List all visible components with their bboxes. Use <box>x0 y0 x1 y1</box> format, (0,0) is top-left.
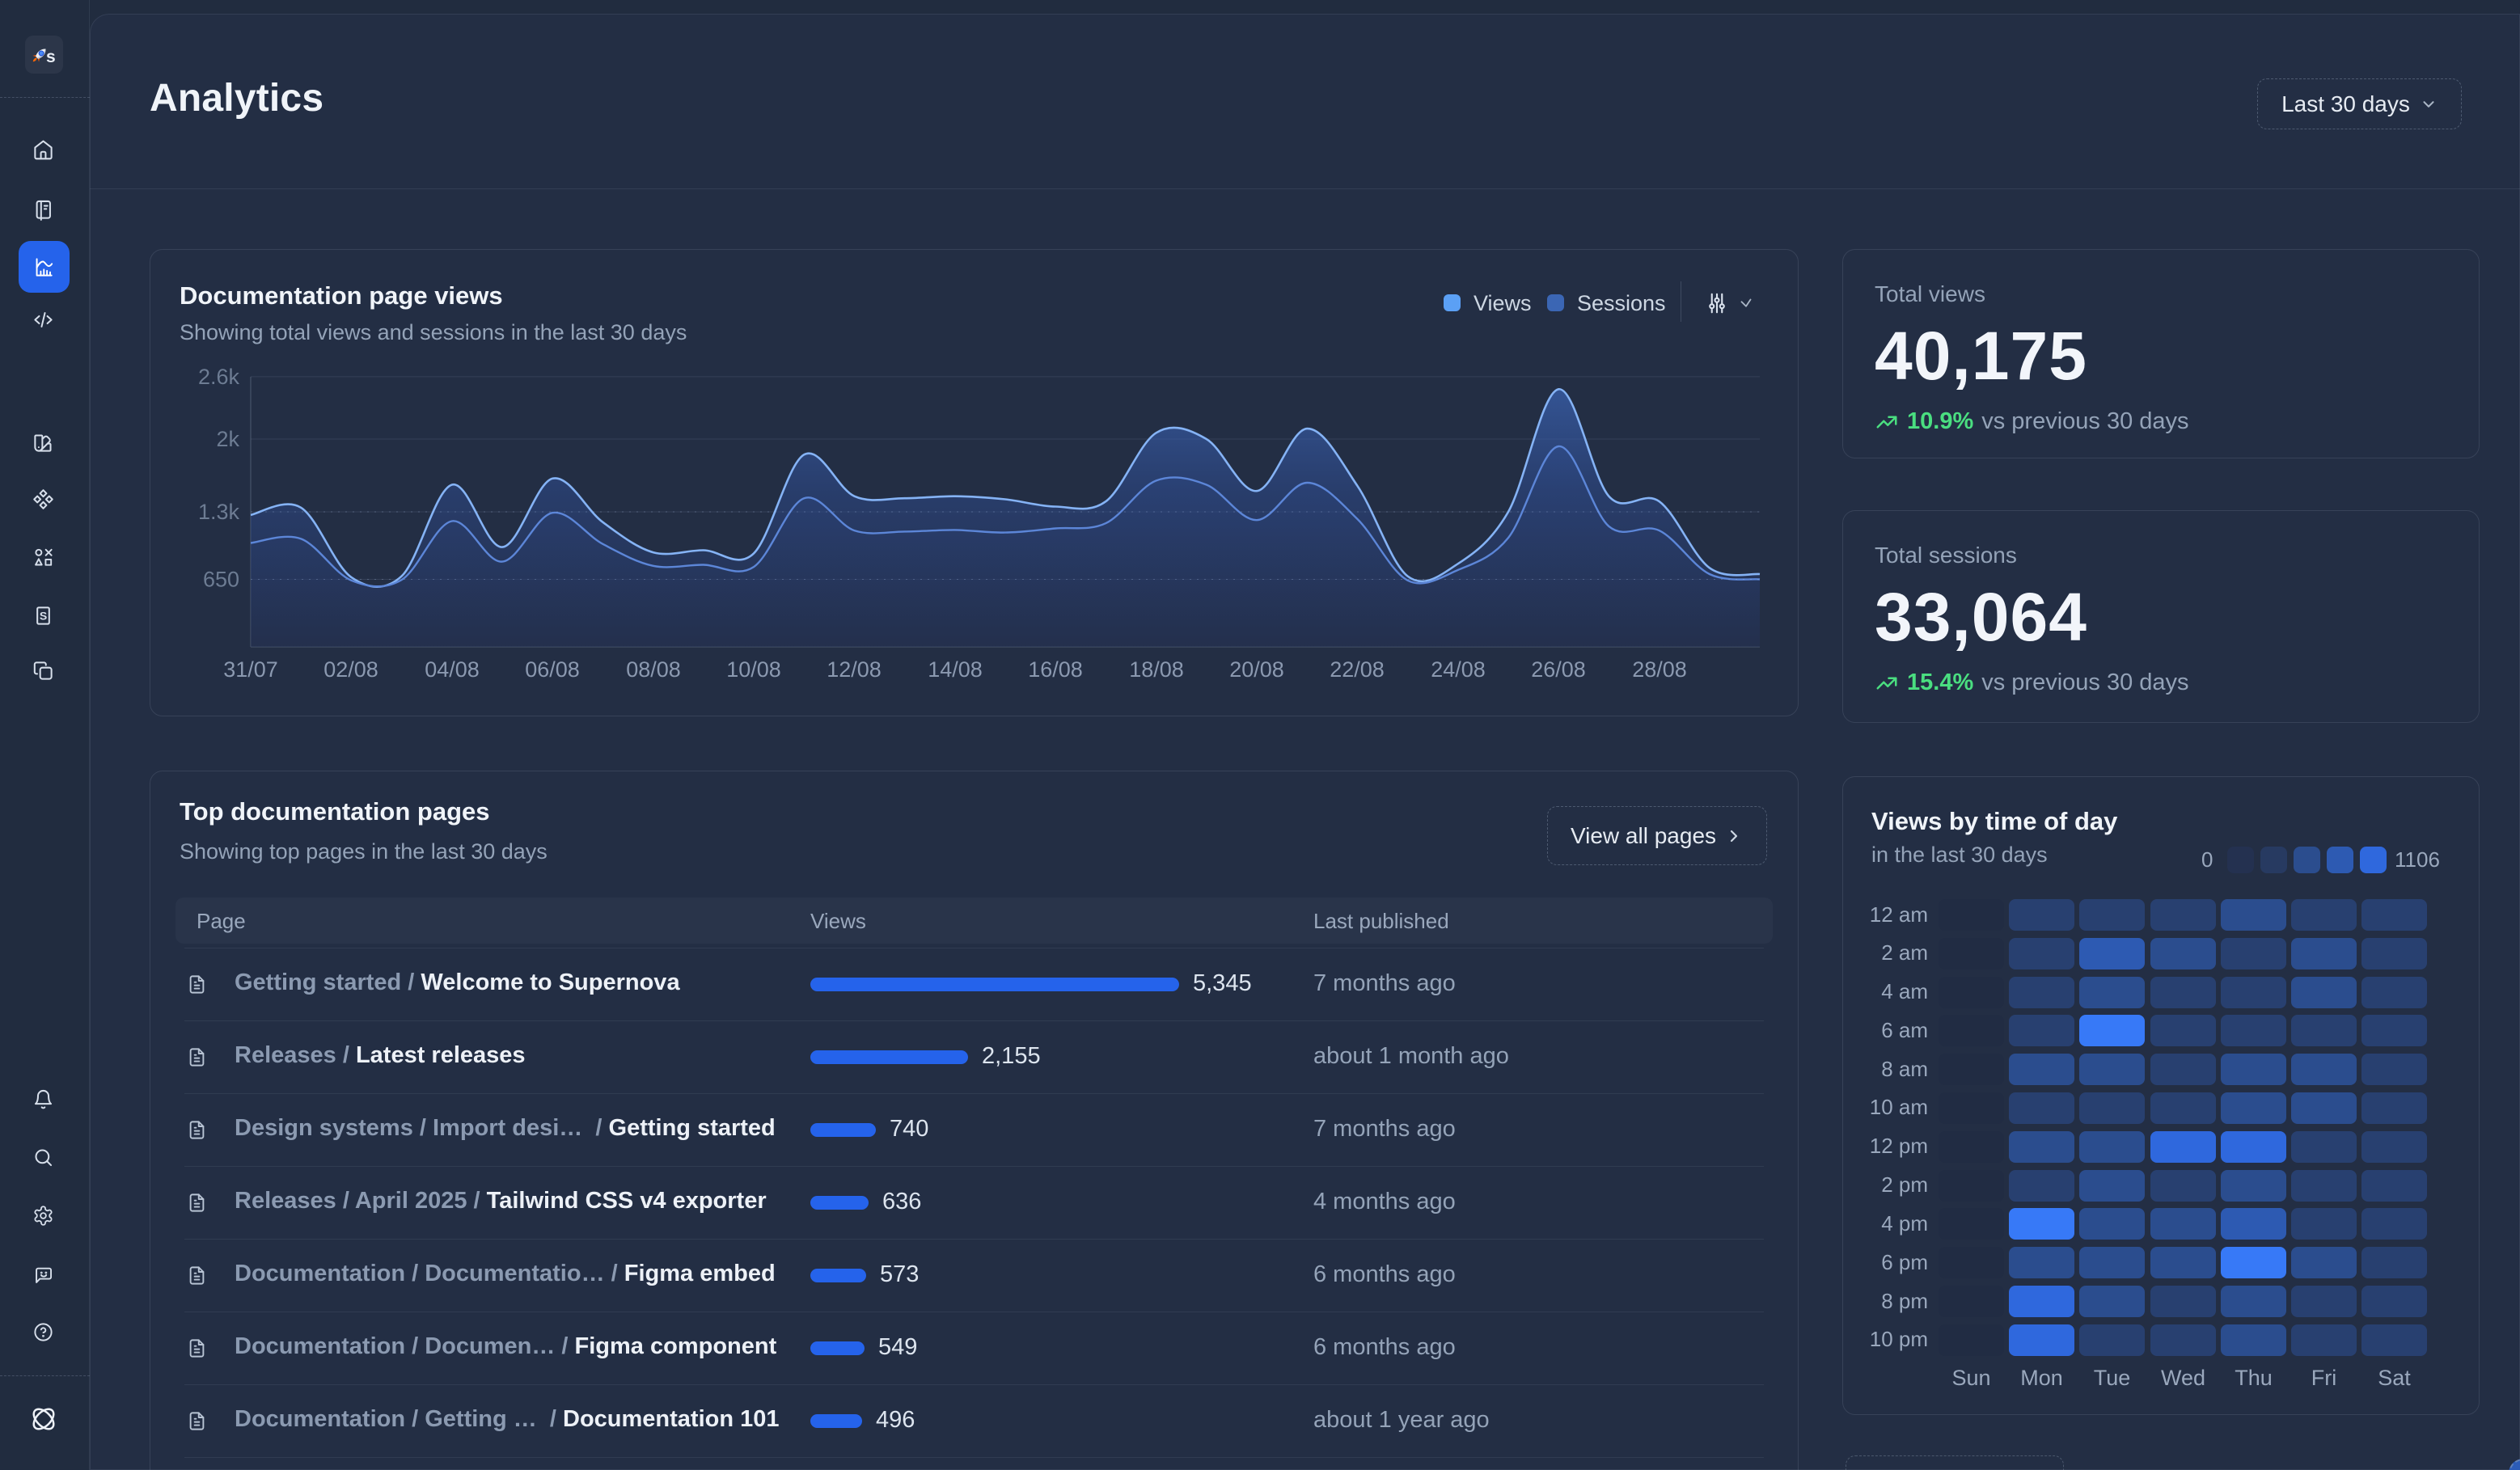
svg-text:04/08: 04/08 <box>425 657 480 682</box>
svg-text:12/08: 12/08 <box>827 657 882 682</box>
svg-text:28/08: 28/08 <box>1632 657 1687 682</box>
svg-text:08/08: 08/08 <box>626 657 681 682</box>
svg-text:26/08: 26/08 <box>1531 657 1586 682</box>
svg-text:02/08: 02/08 <box>323 657 378 682</box>
svg-text:16/08: 16/08 <box>1028 657 1083 682</box>
svg-text:06/08: 06/08 <box>525 657 580 682</box>
svg-text:20/08: 20/08 <box>1229 657 1284 682</box>
svg-text:18/08: 18/08 <box>1129 657 1184 682</box>
svg-text:2.6k: 2.6k <box>198 365 240 389</box>
svg-text:24/08: 24/08 <box>1431 657 1486 682</box>
svg-text:S: S <box>40 609 47 622</box>
svg-text:14/08: 14/08 <box>928 657 983 682</box>
svg-text:10/08: 10/08 <box>726 657 781 682</box>
svg-text:22/08: 22/08 <box>1330 657 1385 682</box>
svg-text:1.3k: 1.3k <box>198 500 240 524</box>
svg-text:2k: 2k <box>216 427 239 451</box>
svg-text:31/07: 31/07 <box>223 657 278 682</box>
svg-text:650: 650 <box>203 568 239 592</box>
